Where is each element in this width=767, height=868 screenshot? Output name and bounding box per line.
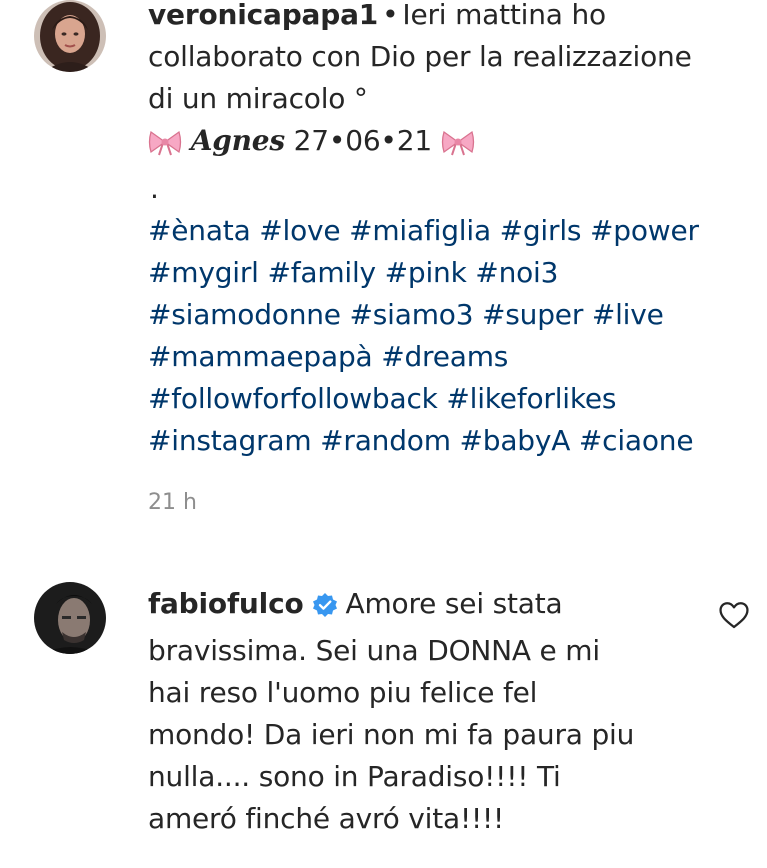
ribbon-bow-icon — [148, 126, 182, 168]
heart-outline-icon[interactable] — [717, 598, 751, 632]
signature-date: 27•06•21 — [293, 124, 433, 157]
comment-text-line-2: bravissima. Sei una DONNA e mi — [148, 634, 600, 667]
ribbon-bow-icon — [441, 126, 475, 168]
comment-text-line-3: di un miracolo ° — [148, 82, 368, 115]
signature-line: Agnes 27•06•21 — [148, 120, 758, 168]
comment-timestamp[interactable]: 21 h — [148, 490, 197, 515]
comment-first-line: veronicapapa1 • Ieri mattina ho — [148, 0, 758, 36]
username-veronicapapa1[interactable]: veronicapapa1 — [148, 0, 378, 31]
comment-text-line-5: nulla.... sono in Paradiso!!!! Ti — [148, 760, 561, 793]
hashtag-line[interactable]: #mygirl #family #pink #noi3 — [148, 252, 758, 294]
avatar-veronicapapa1[interactable] — [34, 0, 106, 72]
comment-text-line-6: ameró finché avró vita!!!! — [148, 802, 505, 835]
comment-text-line-1: Ieri mattina ho — [402, 0, 606, 31]
comments-thread: veronicapapa1 • Ieri mattina ho collaborat… — [0, 0, 767, 868]
comment-fabiofulco: fabiofulco Amore sei stata bravissima. S… — [148, 583, 708, 840]
comment-text-line-3: hai reso l'uomo piu felice fel — [148, 676, 538, 709]
signature-name: Agnes — [190, 124, 285, 157]
comment-text-line-2: collaborato con Dio per la realizzazione — [148, 40, 692, 73]
hashtag-line[interactable]: #followforfollowback #likeforlikes — [148, 378, 758, 420]
comment-text-line-4: mondo! Da ieri non mi fa paura piu — [148, 718, 635, 751]
comment-text-line-1: Amore sei stata — [345, 587, 563, 620]
hashtag-line[interactable]: #siamodonne #siamo3 #super #live — [148, 294, 758, 336]
hashtag-line[interactable]: #ènata #love #miafiglia #girls #power — [148, 210, 758, 252]
dot-line: . — [150, 172, 159, 205]
avatar-fabiofulco[interactable] — [34, 582, 106, 654]
hashtag-line[interactable]: #mammaepapà #dreams — [148, 336, 758, 378]
verified-badge-icon — [312, 588, 338, 630]
comment-veronicapapa1: veronicapapa1 • Ieri mattina ho collaborat… — [148, 0, 758, 462]
separator-dot: • — [382, 0, 399, 31]
hashtag-line[interactable]: #instagram #random #babyA #ciaone — [148, 420, 758, 462]
username-fabiofulco[interactable]: fabiofulco — [148, 587, 304, 620]
comment-first-line: fabiofulco Amore sei stata — [148, 583, 708, 630]
